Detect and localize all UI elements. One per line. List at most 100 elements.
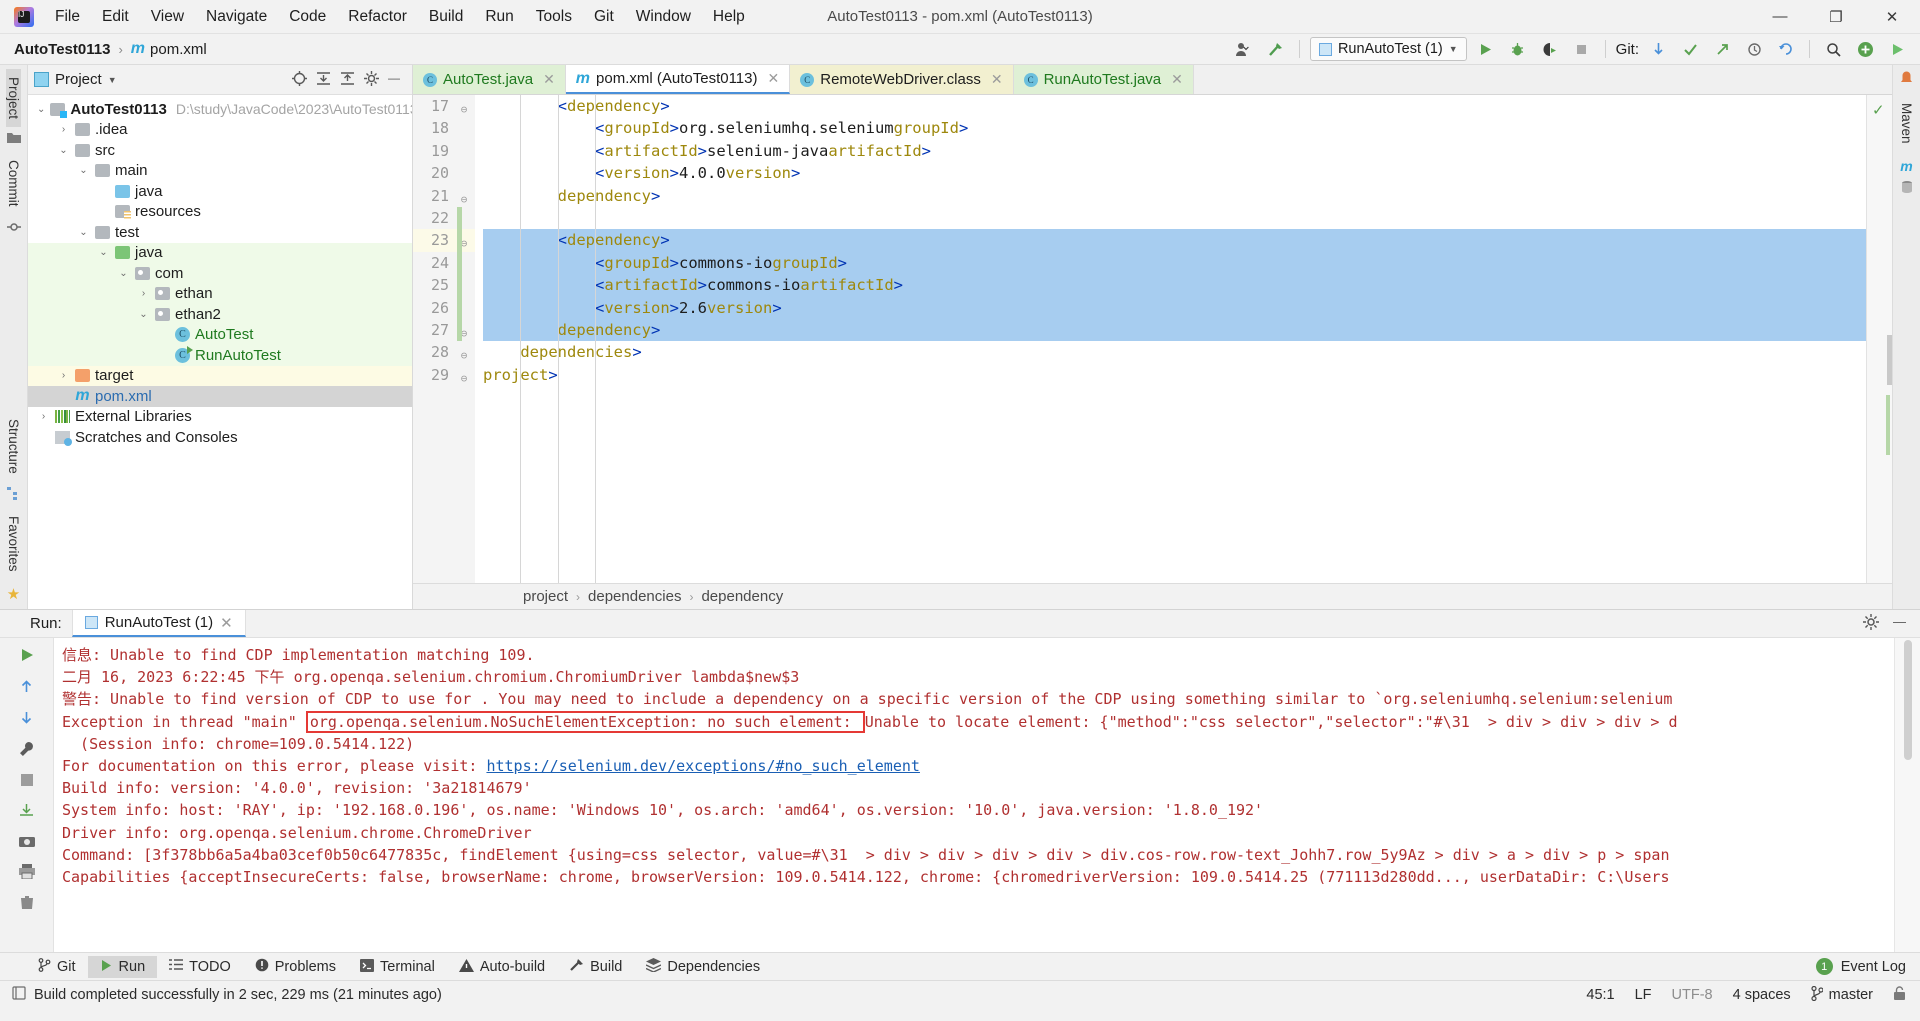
run-tab-runautotest[interactable]: RunAutoTest (1) ✕ — [71, 610, 246, 637]
tree-node-com[interactable]: ⌄ com — [28, 263, 412, 284]
tree-node-target[interactable]: › target — [28, 365, 412, 386]
chevron-down-icon[interactable]: ⌄ — [77, 227, 90, 238]
tree-node-test[interactable]: ⌄ test — [28, 222, 412, 243]
rail-structure-button[interactable]: Structure — [6, 411, 21, 482]
code-line-25[interactable]: <artifactId>commons-ioartifactId> — [483, 274, 1866, 297]
close-icon[interactable]: ✕ — [991, 71, 1003, 88]
menu-tools[interactable]: Tools — [525, 5, 583, 29]
rail-commit-button[interactable]: Commit — [6, 152, 21, 215]
chevron-down-icon[interactable]: ⌄ — [117, 268, 130, 279]
gutter-line-26[interactable]: 26 — [413, 297, 475, 319]
menu-run[interactable]: Run — [474, 5, 524, 29]
code-line-28[interactable]: dependencies> — [483, 341, 1866, 363]
git-push-icon[interactable] — [1709, 37, 1735, 61]
tree-node-java[interactable]: ⌄ java — [28, 242, 412, 263]
tree-node-runautotest[interactable]: ›CRunAutoTest — [28, 345, 412, 366]
maximize-button[interactable]: ❐ — [1808, 0, 1864, 33]
project-tree[interactable]: ⌄ AutoTest0113 D:\study\JavaCode\2023\Auto… — [28, 95, 412, 609]
indent-setting[interactable]: 4 spaces — [1733, 987, 1791, 1003]
search-icon[interactable] — [1820, 37, 1846, 61]
chevron-down-icon[interactable]: ⌄ — [57, 145, 70, 156]
tool-window-button-auto-build[interactable]: Auto-build — [447, 956, 557, 978]
code-line-19[interactable]: <artifactId>selenium-javaartifactId> — [483, 140, 1866, 162]
close-icon[interactable]: ✕ — [768, 70, 780, 87]
gutter-line-27[interactable]: 27 ⊖ — [413, 319, 475, 341]
code-editor[interactable]: 17 ⊖ 18 19 20 21 ⊖ 22 23 ⊖ 24 25 26 27 ⊖ 28 ⊖ 29 ⊖ <depend… — [413, 95, 1892, 583]
code-fold-icon[interactable]: ⊖ — [456, 368, 472, 390]
gutter-line-29[interactable]: 29 ⊖ — [413, 364, 475, 386]
file-encoding[interactable]: UTF-8 — [1672, 987, 1713, 1003]
gutter-line-28[interactable]: 28 ⊖ — [413, 341, 475, 363]
tree-node-src[interactable]: ⌄ src — [28, 140, 412, 161]
run-coverage-icon[interactable] — [1537, 37, 1563, 61]
editor-tab-pom-xml-autotest0113-[interactable]: m pom.xml (AutoTest0113) ✕ — [565, 65, 791, 94]
ide-run-icon[interactable] — [1884, 37, 1910, 61]
gutter-line-17[interactable]: 17 ⊖ — [413, 95, 475, 117]
rail-favorites-star-icon[interactable]: ★ — [7, 580, 20, 609]
editor-error-stripe[interactable]: ✓ — [1866, 95, 1892, 583]
gutter-line-21[interactable]: 21 ⊖ — [413, 185, 475, 207]
breadcrumb-item-dependency[interactable]: dependency — [701, 588, 783, 605]
chevron-right-icon[interactable]: › — [57, 370, 70, 381]
menu-help[interactable]: Help — [702, 5, 756, 29]
stop-icon[interactable] — [20, 773, 34, 792]
rail-project-button[interactable]: Project — [6, 69, 21, 128]
revert-icon[interactable] — [1773, 37, 1799, 61]
menu-window[interactable]: Window — [625, 5, 702, 29]
chevron-down-icon[interactable]: ⌄ — [97, 247, 110, 258]
code-line-22[interactable] — [483, 207, 1866, 229]
console-scrollbar[interactable] — [1894, 638, 1920, 952]
console-link[interactable]: https://selenium.dev/exceptions/#no_such… — [486, 757, 919, 775]
code-line-26[interactable]: <version>2.6version> — [483, 296, 1866, 319]
tool-window-button-dependencies[interactable]: Dependencies — [634, 955, 772, 978]
run-configuration-selector[interactable]: RunAutoTest (1) ▼ — [1309, 37, 1467, 61]
settings-gear-icon[interactable] — [1863, 613, 1879, 634]
debug-bug-icon[interactable] — [1505, 37, 1531, 61]
hide-panel-icon[interactable]: — — [1893, 614, 1906, 634]
gutter-line-25[interactable]: 25 — [413, 274, 475, 296]
chevron-right-icon[interactable]: › — [137, 288, 150, 299]
menu-code[interactable]: Code — [278, 5, 337, 29]
chevron-down-icon[interactable]: ⌄ — [77, 165, 90, 176]
tree-node-java[interactable]: ›java — [28, 181, 412, 202]
tree-node-ethan[interactable]: › ethan — [28, 283, 412, 304]
camera-icon[interactable] — [18, 834, 35, 853]
tree-node-scratches-and-consoles[interactable]: ›Scratches and Consoles — [28, 427, 412, 448]
tree-node-main[interactable]: ⌄ main — [28, 161, 412, 182]
rail-project-folder-icon[interactable] — [6, 127, 21, 152]
maven-m-icon[interactable]: m — [1900, 158, 1912, 174]
git-update-icon[interactable] — [1645, 37, 1671, 61]
line-separator[interactable]: LF — [1635, 987, 1652, 1003]
code-line-18[interactable]: <groupId>org.seleniumhq.seleniumgroupId> — [483, 117, 1866, 139]
rail-commit-icon[interactable] — [6, 215, 21, 242]
code-line-27[interactable]: dependency> — [483, 318, 1866, 342]
history-icon[interactable] — [1741, 37, 1767, 61]
hide-panel-icon[interactable]: — — [388, 71, 400, 89]
database-icon[interactable] — [1900, 180, 1914, 199]
menu-navigate[interactable]: Navigate — [195, 5, 278, 29]
locate-icon[interactable] — [292, 70, 307, 89]
close-icon[interactable]: ✕ — [543, 71, 555, 88]
code-line-21[interactable]: dependency> — [483, 185, 1866, 207]
run-console-output[interactable]: 信息: Unable to find CDP implementation ma… — [54, 638, 1894, 952]
rail-structure-icon[interactable] — [6, 481, 21, 508]
scroll-up-icon[interactable] — [19, 679, 34, 699]
close-button[interactable]: ✕ — [1864, 0, 1920, 33]
editor-tab-autotest-java[interactable]: C AutoTest.java ✕ — [413, 65, 566, 94]
code-fold-icon[interactable]: ⊖ — [456, 99, 472, 121]
add-plugin-icon[interactable] — [1852, 37, 1878, 61]
menu-file[interactable]: File — [44, 5, 91, 29]
code-line-23[interactable]: <dependency> — [483, 229, 1866, 252]
event-log-label[interactable]: Event Log — [1841, 959, 1906, 975]
menu-git[interactable]: Git — [583, 5, 625, 29]
gutter-line-23[interactable]: 23 ⊖ — [413, 229, 475, 252]
code-line-29[interactable]: project> — [483, 364, 1866, 386]
chevron-right-icon[interactable]: › — [37, 411, 50, 422]
export-icon[interactable] — [19, 803, 34, 823]
tool-window-button-problems[interactable]: Problems — [243, 955, 348, 978]
tool-window-button-git[interactable]: Git — [26, 955, 88, 978]
expand-all-icon[interactable] — [316, 71, 331, 89]
chevron-right-icon[interactable]: › — [57, 124, 70, 135]
editor-gutter[interactable]: 17 ⊖ 18 19 20 21 ⊖ 22 23 ⊖ 24 25 26 27 ⊖ 28 ⊖ 29 ⊖ — [413, 95, 475, 583]
event-log-area[interactable]: 1 Event Log — [1815, 958, 1920, 975]
